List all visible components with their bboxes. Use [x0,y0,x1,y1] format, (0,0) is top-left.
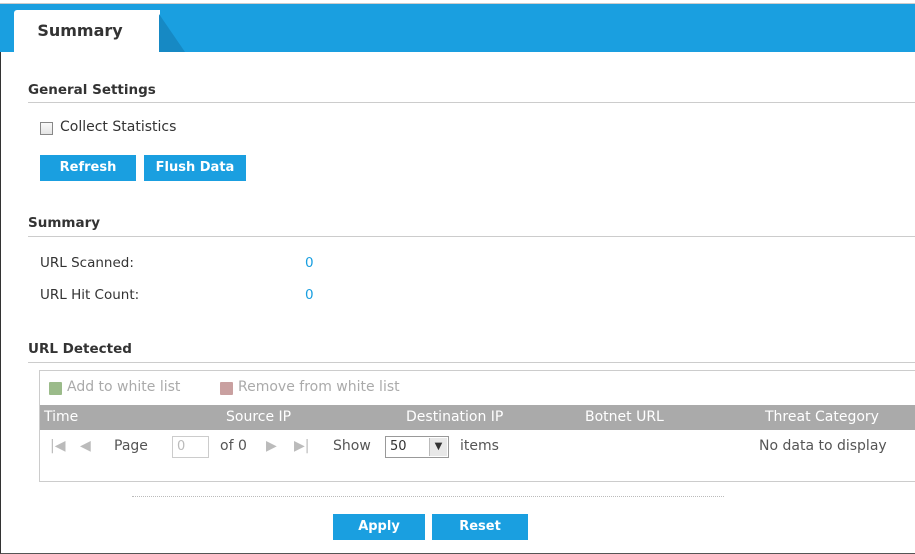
url-detected-grid: Add to white list Remove from white list… [39,370,915,482]
flush-data-button[interactable]: Flush Data [144,155,246,181]
remove-from-white-list-button[interactable]: Remove from white list [238,379,400,395]
column-header-source-ip[interactable]: Source IP [226,409,291,425]
summary-title: Summary [28,215,101,231]
page-of-label: of 0 [220,438,247,454]
reset-button[interactable]: Reset [432,514,528,540]
column-header-botnet-url[interactable]: Botnet URL [585,409,664,425]
apply-button[interactable]: Apply [333,514,425,540]
url-detected-title: URL Detected [28,341,132,357]
prev-page-icon[interactable]: ◀ [80,438,91,454]
first-page-icon[interactable]: |◀ [50,438,65,454]
page-number-input[interactable]: 0 [172,436,209,458]
tab-slant-decoration [159,14,185,52]
grid-toolbar: Add to white list Remove from white list [40,371,915,405]
section-divider [28,102,915,103]
remove-list-icon [220,382,233,395]
no-data-message: No data to display [759,438,887,454]
add-to-white-list-button[interactable]: Add to white list [67,379,180,395]
url-hit-count-value: 0 [305,287,314,303]
collect-statistics-label: Collect Statistics [60,119,177,135]
tab-bar: Summary [0,4,915,52]
tab-summary[interactable]: Summary [14,10,160,52]
next-page-icon[interactable]: ▶ [266,438,277,454]
url-scanned-value: 0 [305,255,314,271]
footer-divider [132,496,724,497]
column-header-destination-ip[interactable]: Destination IP [406,409,503,425]
section-divider [28,362,915,363]
tab-summary-label: Summary [37,21,123,40]
show-label: Show [333,438,371,454]
page-label: Page [114,438,148,454]
collect-statistics-checkbox[interactable] [40,122,53,135]
items-per-page-value: 50 [390,439,407,454]
column-header-time[interactable]: Time [44,409,78,425]
dropdown-arrow-icon[interactable]: ▼ [429,438,447,456]
column-header-threat-category[interactable]: Threat Category [765,409,879,425]
url-hit-count-label: URL Hit Count: [40,287,140,303]
items-label: items [460,438,499,454]
last-page-icon[interactable]: ▶| [294,438,309,454]
section-divider [28,236,915,237]
items-per-page-select[interactable]: 50 ▼ [385,436,449,458]
general-settings-title: General Settings [28,82,156,98]
add-list-icon [49,382,62,395]
grid-header-row: Time Source IP Destination IP Botnet URL… [40,405,915,430]
url-scanned-label: URL Scanned: [40,255,134,271]
refresh-button[interactable]: Refresh [40,155,136,181]
grid-pager: |◀ ◀ Page 0 of 0 ▶ ▶| Show 50 ▼ items No… [40,430,915,464]
